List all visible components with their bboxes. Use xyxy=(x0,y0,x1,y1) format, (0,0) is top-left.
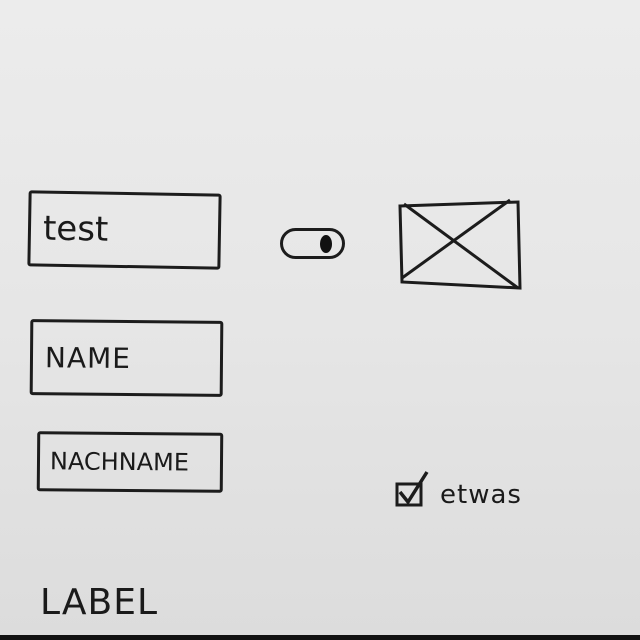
checkbox-checked-icon[interactable] xyxy=(395,470,435,510)
page-edge xyxy=(0,635,640,640)
input-value: NACHNAME xyxy=(49,447,190,477)
toggle-knob xyxy=(320,235,332,253)
toggle-switch[interactable] xyxy=(280,228,345,259)
image-placeholder-icon xyxy=(398,198,522,290)
input-value: test xyxy=(42,208,109,250)
static-label: LABEL xyxy=(40,582,159,623)
text-input-test[interactable]: test xyxy=(27,190,222,270)
input-value: NAME xyxy=(44,340,132,375)
checkbox-label: etwas xyxy=(440,480,522,510)
text-input-nachname[interactable]: NACHNAME xyxy=(36,431,224,493)
text-input-name[interactable]: NAME xyxy=(29,319,224,397)
